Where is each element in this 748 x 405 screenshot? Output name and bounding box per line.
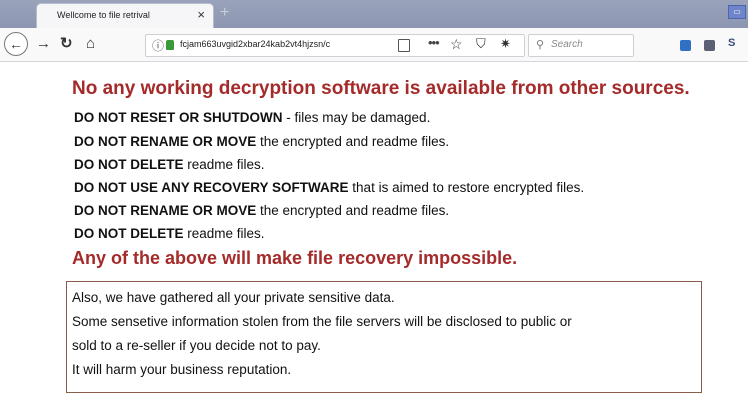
warning-line: DO NOT RENAME OR MOVE the encrypted and …: [74, 203, 449, 218]
warning-bold: DO NOT DELETE: [74, 157, 184, 172]
search-icon: ⚲: [536, 39, 545, 51]
notice-line: Also, we have gathered all your private …: [72, 290, 395, 305]
warning-bold: DO NOT DELETE: [74, 226, 184, 241]
shield-icon[interactable]: ⛉: [476, 36, 486, 52]
lock-icon: [166, 40, 174, 50]
navigation-bar: ← → ↻ ⌂ ⓘ fcjam663uvgid2xbar24kab2vt4hjz…: [0, 28, 748, 62]
warning-bold: DO NOT RESET OR SHUTDOWN: [74, 110, 283, 125]
info-icon[interactable]: ⓘ: [152, 37, 164, 54]
extension-icon[interactable]: ✷: [500, 36, 511, 52]
warning-line: DO NOT RENAME OR MOVE the encrypted and …: [74, 134, 449, 149]
forward-icon[interactable]: →: [36, 35, 51, 53]
notice-line: It will harm your business reputation.: [72, 362, 292, 377]
tab-title: Wellcome to file retrival: [57, 10, 150, 20]
star-icon[interactable]: ☆: [450, 36, 463, 53]
tab-bar: Wellcome to file retrival × + ▭: [0, 0, 748, 28]
warning-bold: DO NOT RENAME OR MOVE: [74, 203, 257, 218]
warning-text: the encrypted and readme files.: [256, 134, 450, 149]
new-tab-icon[interactable]: +: [220, 5, 229, 21]
reload-icon[interactable]: ↻: [60, 35, 73, 53]
impossible-warning: Any of the above will make file recovery…: [72, 248, 518, 268]
browser-tab[interactable]: Wellcome to file retrival ×: [37, 4, 213, 28]
warning-line: DO NOT USE ANY RECOVERY SOFTWARE that is…: [74, 180, 584, 195]
warning-bold: DO NOT USE ANY RECOVERY SOFTWARE: [74, 180, 349, 195]
sidebar-icon[interactable]: [704, 40, 715, 51]
notice-line: Some sensetive information stolen from t…: [72, 314, 572, 329]
notice-line: sold to a re-seller if you decide not to…: [72, 338, 321, 353]
page-headline: No any working decryption software is av…: [72, 78, 690, 99]
window-control-icon[interactable]: ▭: [728, 5, 746, 19]
page-content: No any working decryption software is av…: [0, 62, 748, 405]
warning-text: readme files.: [183, 226, 265, 241]
data-leak-notice: Also, we have gathered all your private …: [66, 281, 702, 393]
back-icon[interactable]: ←: [4, 32, 28, 56]
toolbar-extension-icon[interactable]: [680, 40, 691, 51]
warning-text: that is aimed to restore encrypted files…: [348, 180, 585, 195]
warning-line: DO NOT DELETE readme files.: [74, 226, 265, 241]
url-bar[interactable]: ⓘ fcjam663uvgid2xbar24kab2vt4hjzsn/c •••…: [145, 34, 525, 57]
url-text[interactable]: fcjam663uvgid2xbar24kab2vt4hjzsn/c: [180, 39, 390, 49]
search-input[interactable]: Search: [551, 39, 583, 50]
warning-bold: DO NOT RENAME OR MOVE: [74, 134, 257, 149]
warning-line: DO NOT RESET OR SHUTDOWN - files may be …: [74, 110, 430, 125]
s-extension-icon[interactable]: S: [728, 37, 735, 49]
more-icon[interactable]: •••: [428, 35, 440, 50]
warning-text: - files may be damaged.: [282, 110, 431, 125]
warning-line: DO NOT DELETE readme files.: [74, 157, 265, 172]
tab-close-icon[interactable]: ×: [197, 7, 205, 23]
reader-icon[interactable]: [398, 39, 410, 52]
warning-text: the encrypted and readme files.: [256, 203, 450, 218]
search-bar[interactable]: ⚲ Search: [528, 34, 634, 57]
home-icon[interactable]: ⌂: [86, 35, 95, 53]
warning-text: readme files.: [183, 157, 265, 172]
